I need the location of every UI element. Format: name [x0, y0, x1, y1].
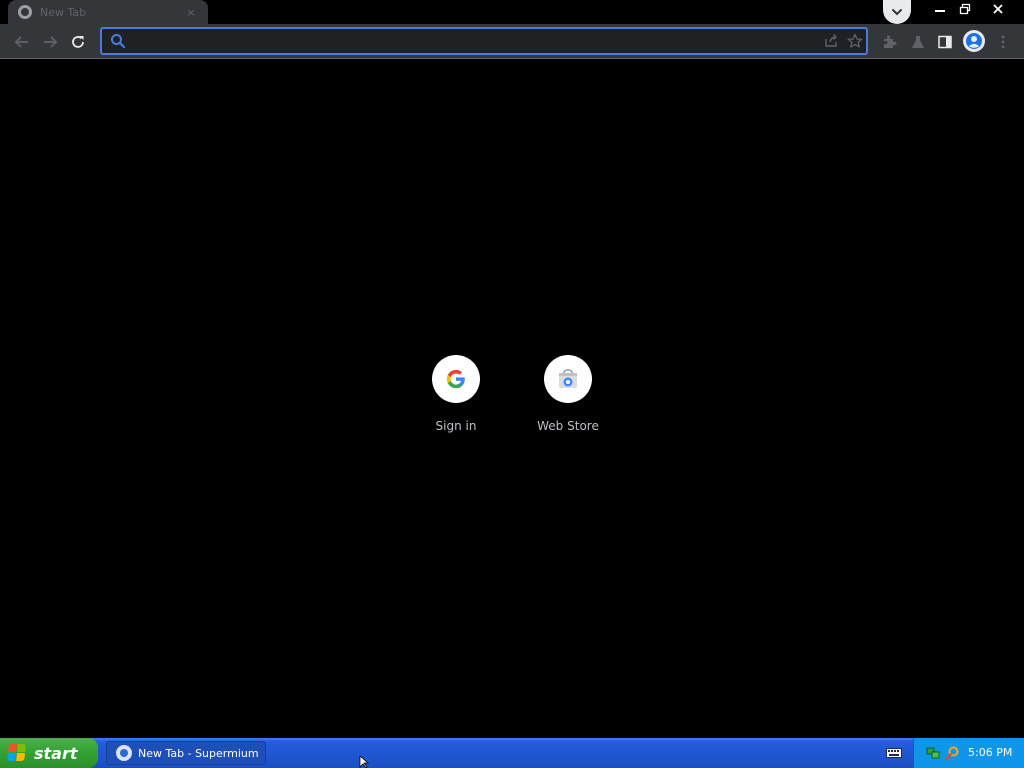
taskbar-item-label: New Tab - Supermium — [138, 746, 259, 760]
shortcut-icon-circle — [432, 355, 480, 403]
taskbar-item-browser[interactable]: New Tab - Supermium — [106, 741, 266, 765]
globe-icon — [18, 5, 32, 19]
windows-logo-icon — [7, 744, 27, 762]
google-g-icon — [446, 369, 465, 389]
reload-icon — [72, 36, 84, 48]
avatar-icon — [966, 33, 982, 49]
close-icon — [993, 4, 1003, 14]
search-tray-icon[interactable] — [944, 745, 960, 761]
restore-icon — [959, 3, 971, 15]
tab-search-button[interactable] — [883, 0, 911, 24]
system-tray: 5:06 PM — [913, 738, 1024, 768]
share-icon[interactable] — [823, 33, 839, 49]
menu-button[interactable] — [993, 32, 1013, 52]
bookmark-star-icon[interactable] — [847, 33, 863, 49]
restore-button[interactable] — [952, 0, 978, 18]
tab-title: New Tab — [40, 5, 87, 19]
mouse-cursor-icon — [359, 756, 370, 768]
tab-new-tab[interactable]: New Tab × — [8, 0, 208, 24]
address-bar[interactable] — [100, 27, 868, 55]
profile-button[interactable] — [963, 30, 985, 52]
browser-toolbar — [0, 24, 1024, 59]
desktop: New Tab × Sign in Web Store start New Ta… — [0, 0, 1024, 768]
tab-close-button[interactable]: × — [184, 6, 198, 19]
new-tab-page: Sign in Web Store — [0, 60, 1024, 738]
side-panel-icon — [938, 35, 952, 49]
browser-title-bar: New Tab × — [0, 0, 1024, 24]
arrow-left-icon — [14, 36, 28, 48]
network-icon[interactable] — [926, 746, 940, 760]
reload-button[interactable] — [67, 31, 89, 53]
browser-app-icon — [116, 745, 132, 761]
keyboard-icon[interactable] — [886, 747, 902, 759]
minimize-button[interactable] — [927, 0, 953, 18]
more-vertical-icon — [1001, 35, 1005, 49]
shortcut-sign-in[interactable]: Sign in — [400, 355, 512, 445]
minimize-icon — [935, 10, 945, 12]
shortcut-label: Web Store — [537, 419, 599, 433]
close-window-button[interactable] — [985, 0, 1011, 18]
chrome-web-store-icon — [559, 369, 577, 388]
shortcut-label: Sign in — [435, 419, 477, 433]
arrow-right-icon — [44, 36, 58, 48]
side-panel-button[interactable] — [935, 32, 955, 52]
labs-button[interactable] — [908, 32, 928, 52]
address-input[interactable] — [132, 32, 812, 50]
puzzle-icon — [884, 35, 897, 48]
back-button[interactable] — [11, 31, 33, 53]
search-icon — [111, 34, 126, 49]
extensions-button[interactable] — [880, 32, 900, 52]
shortcut-icon-circle — [544, 355, 592, 403]
forward-button[interactable] — [39, 31, 61, 53]
flask-icon — [912, 36, 924, 48]
chevron-down-icon — [892, 9, 902, 16]
start-label: start — [34, 743, 78, 763]
start-button[interactable]: start — [0, 738, 98, 768]
shortcut-web-store[interactable]: Web Store — [512, 355, 624, 445]
taskbar: start New Tab - Supermium 5:06 PM — [0, 738, 1024, 768]
clock: 5:06 PM — [968, 746, 1013, 759]
